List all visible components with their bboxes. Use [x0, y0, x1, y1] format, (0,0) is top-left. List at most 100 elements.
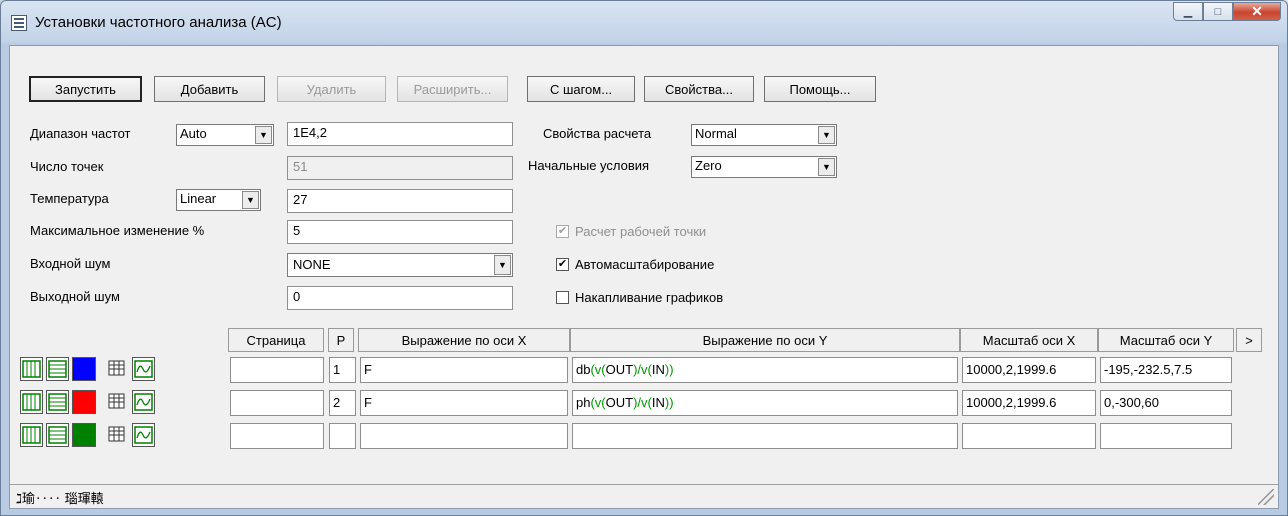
y-expr-arg1: OUT	[605, 362, 634, 377]
col-header-y-expr[interactable]: Выражение по оси Y	[570, 328, 960, 352]
properties-button[interactable]: Свойства...	[644, 76, 754, 102]
status-bar: ℷ瑜‥‥ 瑙琿轅	[10, 484, 1278, 508]
chevron-down-icon[interactable]: ▼	[818, 158, 835, 176]
col-header-x-scale[interactable]: Масштаб оси X	[960, 328, 1098, 352]
autoscale-checkbox[interactable]: ✔ Автомасштабирование	[556, 257, 714, 272]
y-expr-cell[interactable]: ph(v(OUT)/v(IN))	[572, 390, 958, 416]
temperature-mode-select[interactable]: Linear ▼	[176, 189, 261, 211]
row-lines-icon[interactable]	[46, 423, 69, 447]
resize-grip-icon[interactable]	[1258, 489, 1274, 505]
chevron-down-icon[interactable]: ▼	[494, 255, 511, 275]
output-noise-input[interactable]: 0	[287, 286, 513, 310]
waveform-icon[interactable]	[132, 390, 155, 414]
y-expr-div: )/v(	[633, 362, 652, 377]
operating-point-label: Расчет рабочей точки	[575, 224, 707, 239]
y-expr-arg2: IN	[651, 395, 665, 410]
y-scale-cell[interactable]: -195,-232.5,7.5	[1100, 357, 1232, 383]
y-expr-cell[interactable]	[572, 423, 958, 449]
y-expr-close: ))	[664, 362, 674, 377]
checkmark-icon: ✔	[556, 258, 569, 271]
help-button[interactable]: Помощь...	[764, 76, 876, 102]
x-scale-cell[interactable]	[962, 423, 1096, 449]
ac-analysis-window: Установки частотного анализа (AC) ▁ □ ✕ …	[0, 0, 1288, 516]
y-expr-arg2: IN	[651, 362, 665, 377]
scroll-right-button[interactable]: >	[1236, 328, 1262, 352]
curve-color-swatch[interactable]	[72, 423, 96, 447]
window-title: Установки частотного анализа (AC)	[35, 14, 282, 31]
max-change-label: Максимальное изменение %	[30, 223, 205, 238]
run-button[interactable]: Запустить	[29, 76, 142, 102]
calc-props-value: Normal	[695, 126, 737, 141]
freq-range-mode-value: Auto	[180, 126, 207, 141]
calc-props-label: Свойства расчета	[543, 126, 652, 141]
app-icon	[11, 15, 27, 31]
init-cond-select[interactable]: Zero ▼	[691, 156, 837, 178]
row-lines-icon[interactable]	[46, 390, 69, 414]
operating-point-checkbox[interactable]: ✔ Расчет рабочей точки	[556, 224, 706, 239]
temperature-mode-value: Linear	[180, 191, 217, 206]
table-icon[interactable]	[106, 390, 129, 414]
y-expr-div: )/v(	[633, 395, 652, 410]
temperature-input[interactable]: 27	[287, 189, 513, 213]
col-header-page[interactable]: Страница	[228, 328, 324, 352]
x-scale-cell[interactable]: 10000,2,1999.6	[962, 357, 1096, 383]
x-scale-cell[interactable]: 10000,2,1999.6	[962, 390, 1096, 416]
expand-button[interactable]: Расширить...	[397, 76, 508, 102]
close-button[interactable]: ✕	[1233, 2, 1281, 21]
freq-range-label: Диапазон частот	[30, 126, 131, 141]
calc-props-select[interactable]: Normal ▼	[691, 124, 837, 146]
freq-range-input[interactable]: 1E4,2	[287, 122, 513, 146]
checkbox-empty-icon	[556, 291, 569, 304]
accumulate-checkbox[interactable]: Накапливание графиков	[556, 290, 723, 305]
step-button[interactable]: С шагом...	[527, 76, 635, 102]
waveform-icon[interactable]	[132, 357, 155, 381]
y-expr-cell[interactable]: db(v(OUT)/v(IN))	[572, 357, 958, 383]
p-cell[interactable]: 1	[329, 357, 356, 383]
x-expr-cell[interactable]: F	[360, 357, 568, 383]
grid-lines-icon[interactable]	[20, 390, 43, 414]
freq-range-mode-select[interactable]: Auto ▼	[176, 124, 274, 146]
page-cell[interactable]	[230, 423, 324, 449]
input-noise-label: Входной шум	[30, 256, 111, 271]
table-icon[interactable]	[106, 357, 129, 381]
dialog-client: Запустить Добавить Удалить Расширить... …	[9, 45, 1279, 509]
points-label: Число точек	[30, 159, 104, 174]
grid-lines-icon[interactable]	[20, 423, 43, 447]
p-cell[interactable]	[329, 423, 356, 449]
col-header-x-expr[interactable]: Выражение по оси X	[358, 328, 570, 352]
y-scale-cell[interactable]	[1100, 423, 1232, 449]
row-lines-icon[interactable]	[46, 357, 69, 381]
p-cell[interactable]: 2	[329, 390, 356, 416]
maximize-button[interactable]: □	[1203, 2, 1233, 21]
caption-buttons: ▁ □ ✕	[1173, 2, 1281, 21]
table-icon[interactable]	[106, 423, 129, 447]
input-noise-value: NONE	[293, 257, 331, 272]
init-cond-label: Начальные условия	[528, 158, 650, 173]
col-header-p[interactable]: P	[328, 328, 354, 352]
col-header-y-scale[interactable]: Масштаб оси Y	[1098, 328, 1234, 352]
add-button[interactable]: Добавить	[154, 76, 265, 102]
y-expr-arg1: OUT	[605, 395, 634, 410]
delete-button[interactable]: Удалить	[277, 76, 386, 102]
title-bar[interactable]: Установки частотного анализа (AC) ▁ □ ✕	[1, 1, 1287, 45]
y-expr-open: (v(	[590, 395, 606, 410]
chevron-down-icon[interactable]: ▼	[818, 126, 835, 144]
waveform-icon[interactable]	[132, 423, 155, 447]
x-expr-cell[interactable]	[360, 423, 568, 449]
curve-color-swatch[interactable]	[72, 357, 96, 381]
minimize-button[interactable]: ▁	[1173, 2, 1203, 21]
page-cell[interactable]	[230, 390, 324, 416]
temperature-label: Температура	[30, 191, 109, 206]
max-change-input[interactable]: 5	[287, 220, 513, 244]
input-noise-select[interactable]: NONE ▼	[287, 253, 513, 277]
x-expr-cell[interactable]: F	[360, 390, 568, 416]
chevron-down-icon[interactable]: ▼	[255, 126, 272, 144]
chevron-down-icon[interactable]: ▼	[242, 191, 259, 209]
page-cell[interactable]	[230, 357, 324, 383]
autoscale-label: Автомасштабирование	[575, 257, 715, 272]
curve-color-swatch[interactable]	[72, 390, 96, 414]
checkmark-icon: ✔	[556, 225, 569, 238]
points-input[interactable]: 51	[287, 156, 513, 180]
grid-lines-icon[interactable]	[20, 357, 43, 381]
y-scale-cell[interactable]: 0,-300,60	[1100, 390, 1232, 416]
